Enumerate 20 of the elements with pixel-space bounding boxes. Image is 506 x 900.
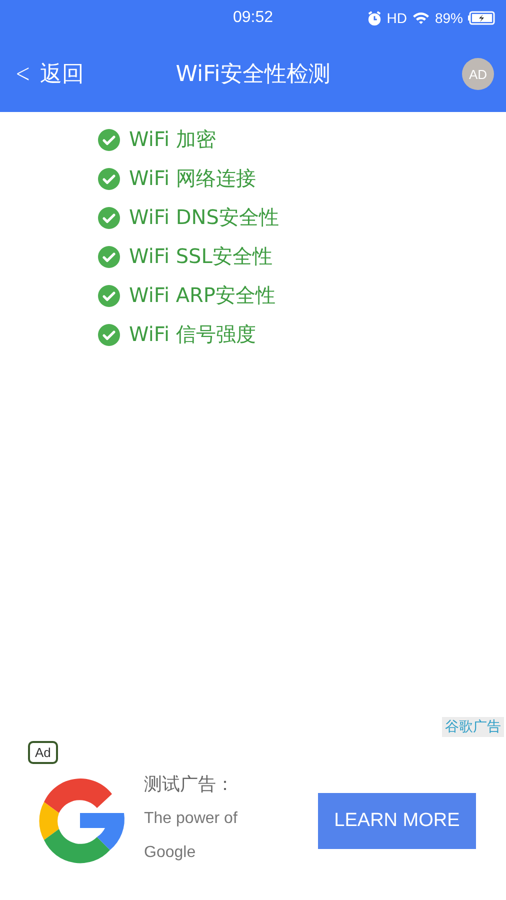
- check-label: WiFi 信号强度: [129, 321, 256, 348]
- wifi-icon: [412, 11, 430, 25]
- battery-charging-icon: [468, 11, 496, 25]
- ad-tag: Ad: [28, 741, 58, 764]
- check-label: WiFi 网络连接: [129, 165, 256, 192]
- network-label: HD: [386, 10, 407, 26]
- alarm-clock-icon: [366, 10, 382, 26]
- ad-badge[interactable]: AD: [462, 58, 494, 90]
- ad-source-label: 谷歌广告: [442, 717, 504, 737]
- check-label: WiFi DNS安全性: [129, 204, 279, 231]
- check-label: WiFi ARP安全性: [129, 282, 276, 309]
- ad-title: 测试广告：: [144, 773, 235, 796]
- check-label: WiFi 加密: [129, 126, 216, 153]
- page-title: WiFi安全性检测: [176, 61, 330, 89]
- status-time: 09:52: [232, 9, 274, 27]
- battery-percent: 89%: [434, 10, 463, 26]
- ad-description: The power of Google: [144, 809, 238, 863]
- learn-more-button[interactable]: LEARN MORE: [318, 793, 476, 849]
- check-label: WiFi SSL安全性: [129, 243, 272, 270]
- back-button[interactable]: < 返回: [12, 59, 84, 89]
